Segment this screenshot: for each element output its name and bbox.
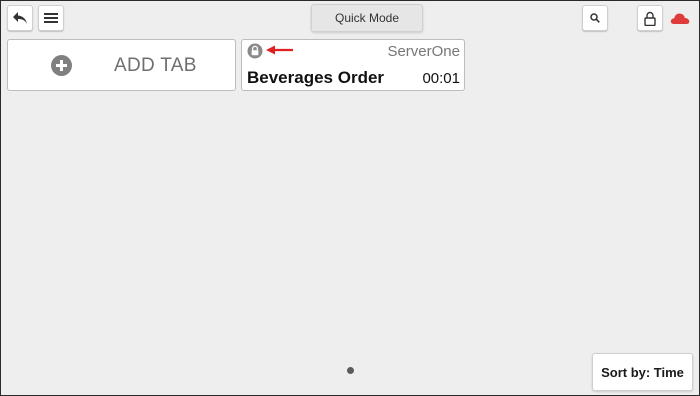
back-arrow-icon (13, 12, 27, 24)
order-timer: 00:01 (422, 70, 460, 87)
quick-mode-label: Quick Mode (334, 11, 400, 25)
order-title: Beverages Order (247, 68, 385, 87)
search-button[interactable] (582, 5, 608, 31)
menu-button[interactable] (38, 5, 64, 31)
red-arrow-icon (266, 45, 293, 55)
quick-mode-button[interactable]: Quick Mode (311, 4, 423, 32)
pagination-dot[interactable] (347, 367, 354, 374)
cloud-icon[interactable] (669, 9, 691, 27)
sort-button[interactable]: Sort by: Time (592, 353, 693, 391)
add-tab-label: ADD TAB (114, 55, 197, 76)
hamburger-menu-icon (44, 13, 58, 23)
search-icon (590, 13, 600, 23)
lock-button[interactable] (637, 5, 663, 31)
tab-card[interactable]: ServerOne Beverages Order 00:01 (241, 39, 465, 91)
app-window: Quick Mode ADD TAB ServerOne Beverages O… (0, 0, 700, 396)
plus-circle-icon (51, 55, 72, 76)
sort-label: Sort by: Time (601, 364, 684, 380)
server-name: ServerOne (387, 43, 460, 60)
back-button[interactable] (7, 5, 33, 31)
lock-icon (644, 11, 656, 26)
add-tab-button[interactable]: ADD TAB (7, 39, 236, 91)
lock-badge-icon (247, 43, 263, 59)
